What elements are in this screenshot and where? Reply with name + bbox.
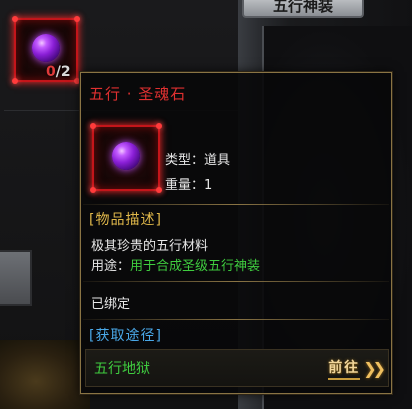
usage-line: 用途：用于合成圣级五行神装	[91, 255, 260, 274]
slot-corner-glow	[90, 123, 96, 129]
source-header: [获取途径]	[89, 328, 162, 344]
slot-corner-glow	[12, 16, 18, 22]
usage-label: 用途：	[91, 259, 131, 274]
item-tooltip: 五行 · 圣魂石 类型：道具 重量：1 [物品描述] 极其珍贵的五行材料 用途：…	[80, 72, 392, 394]
purple-orb-icon	[32, 34, 60, 62]
purple-orb-icon	[112, 142, 140, 170]
game-scene: 五行神装 0/2 五行 · 圣魂石 类型：道具 重量：1 [物品描述] 极其珍贵…	[0, 0, 412, 409]
slot-corner-glow	[12, 78, 18, 84]
bound-status: 已绑定	[91, 297, 131, 312]
goto-button[interactable]: 前往 ❯❯	[328, 356, 386, 380]
description-text: 极其珍贵的五行材料	[91, 239, 209, 254]
section-divider	[83, 319, 389, 320]
double-chevron-right-icon: ❯❯	[363, 358, 386, 378]
slot-corner-glow	[156, 123, 162, 129]
slot-corner-glow	[74, 16, 80, 22]
background-tab[interactable]: 五行神装	[242, 0, 364, 18]
slot-count-total: /2	[55, 64, 71, 80]
item-type-value: 道具	[204, 153, 231, 168]
usage-value: 用于合成圣级五行神装	[130, 259, 261, 274]
slot-corner-glow	[90, 187, 96, 193]
background-side-button[interactable]	[0, 250, 32, 306]
tooltip-item-slot	[90, 123, 162, 193]
item-title: 五行 · 圣魂石	[89, 85, 187, 103]
item-weight-value: 1	[204, 178, 213, 193]
goto-label: 前往	[328, 357, 361, 380]
slot-count: 0/2	[46, 64, 71, 80]
item-weight-label: 重量：	[165, 178, 205, 193]
background-artwork	[0, 340, 90, 409]
slot-count-current: 0	[46, 64, 56, 80]
item-type-label: 类型：	[165, 153, 205, 168]
slot-corner-glow	[156, 187, 162, 193]
description-header: [物品描述]	[89, 212, 162, 228]
source-row: 五行地狱 前往 ❯❯	[85, 349, 389, 387]
section-divider	[83, 281, 389, 282]
item-type: 类型：道具	[165, 149, 230, 168]
item-weight: 重量：1	[165, 174, 212, 193]
source-name: 五行地狱	[94, 361, 150, 377]
section-divider	[83, 204, 389, 205]
